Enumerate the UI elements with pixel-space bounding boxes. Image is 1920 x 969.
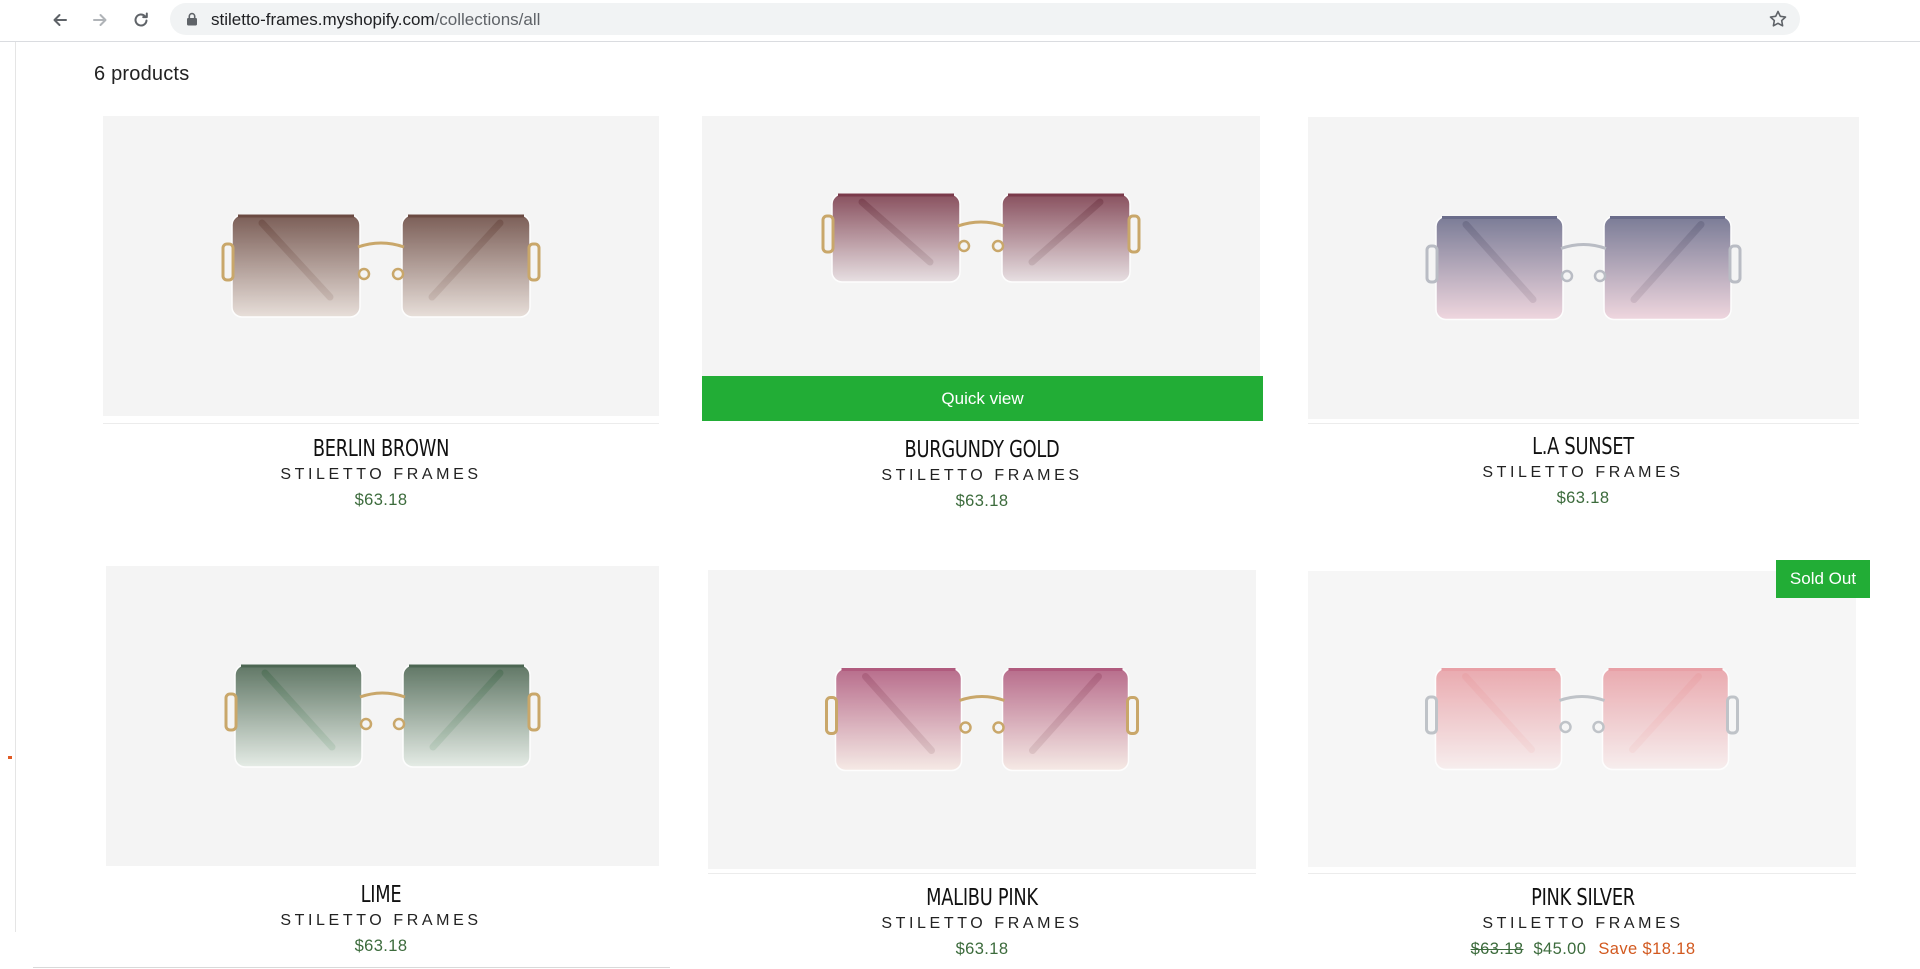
url-text: stiletto-frames.myshopify.com/collection… xyxy=(211,10,540,30)
product-image[interactable] xyxy=(708,570,1256,869)
quick-view-button[interactable]: Quick view xyxy=(702,376,1263,421)
reload-button[interactable] xyxy=(127,6,155,34)
page-left-border xyxy=(15,42,16,932)
sold-out-badge: Sold Out xyxy=(1776,560,1870,598)
reload-icon xyxy=(134,12,148,27)
address-bar[interactable]: stiletto-frames.myshopify.com/collection… xyxy=(170,3,1800,35)
sunglasses-frame xyxy=(221,214,541,318)
product-vendor: STILETTO FRAMES xyxy=(280,912,482,929)
sunglasses-image xyxy=(1425,215,1742,321)
card-divider xyxy=(1308,423,1859,424)
sunglasses-frame xyxy=(821,193,1141,283)
product-image[interactable] xyxy=(1308,117,1859,419)
product-title[interactable]: MALIBU PINK xyxy=(741,885,1223,911)
sunglasses-image xyxy=(825,667,1139,772)
lock-icon xyxy=(187,12,197,26)
product-price: $63.18 xyxy=(955,492,1009,510)
arrow-left-icon xyxy=(53,14,67,26)
product-vendor: STILETTO FRAMES xyxy=(280,466,482,483)
product-title[interactable]: BURGUNDY GOLD xyxy=(741,437,1223,463)
bookmark-star-icon[interactable] xyxy=(1768,9,1788,29)
product-title[interactable]: PINK SILVER xyxy=(1342,885,1824,911)
product-price-row: $63.18 $45.00 Save $18.18 xyxy=(1303,940,1863,959)
sunglasses-image xyxy=(1425,667,1739,771)
card-divider xyxy=(708,873,1256,874)
product-price: $63.18 xyxy=(1556,489,1610,507)
sunglasses-frame xyxy=(825,667,1139,772)
product-image[interactable] xyxy=(702,116,1260,376)
card-divider xyxy=(103,423,659,424)
product-vendor: STILETTO FRAMES xyxy=(881,467,1083,484)
sunglasses-frame xyxy=(1425,667,1739,771)
product-title[interactable]: BERLIN BROWN xyxy=(140,436,622,462)
product-title[interactable]: LIME xyxy=(140,882,622,908)
product-vendor: STILETTO FRAMES xyxy=(1482,464,1684,481)
product-vendor: STILETTO FRAMES xyxy=(1482,915,1684,932)
forward-button[interactable] xyxy=(86,6,114,34)
edge-marker xyxy=(8,756,12,759)
product-image[interactable] xyxy=(103,116,659,416)
sunglasses-image xyxy=(821,193,1141,283)
sale-price: $45.00 xyxy=(1533,940,1587,958)
product-image[interactable] xyxy=(1308,571,1856,867)
sunglasses-image xyxy=(224,664,541,768)
back-button[interactable] xyxy=(46,6,74,34)
arrow-right-icon xyxy=(93,14,107,26)
original-price: $63.18 xyxy=(1470,940,1524,958)
sunglasses-image xyxy=(221,214,541,318)
url-host: stiletto-frames.myshopify.com xyxy=(211,10,435,29)
product-price: $63.18 xyxy=(354,937,408,955)
product-count: 6 products xyxy=(94,63,190,85)
product-image[interactable] xyxy=(106,566,659,866)
product-price: $63.18 xyxy=(354,491,408,509)
savings-label: Save $18.18 xyxy=(1598,940,1696,958)
browser-toolbar: stiletto-frames.myshopify.com/collection… xyxy=(0,0,1920,42)
card-divider xyxy=(1308,873,1856,874)
product-price: $63.18 xyxy=(955,940,1009,958)
sunglasses-frame xyxy=(1425,215,1742,321)
sunglasses-frame xyxy=(224,664,541,768)
product-title[interactable]: L.A SUNSET xyxy=(1342,434,1824,460)
url-path: /collections/all xyxy=(434,10,541,29)
page-bottom-rule xyxy=(33,967,670,968)
product-vendor: STILETTO FRAMES xyxy=(881,915,1083,932)
